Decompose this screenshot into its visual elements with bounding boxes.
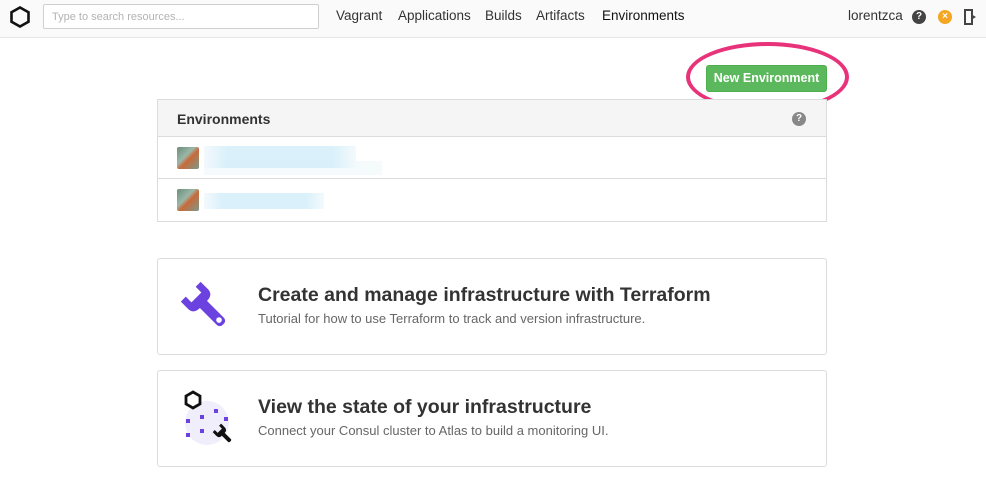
logout-icon[interactable]: [964, 9, 978, 25]
environments-panel-title: Environments: [177, 111, 271, 127]
nav-link-artifacts[interactable]: Artifacts: [536, 8, 585, 23]
wrench-icon: [180, 281, 226, 327]
environments-panel: Environments ?: [157, 99, 827, 222]
username[interactable]: lorentzca: [848, 8, 903, 23]
atlas-logo-icon[interactable]: [9, 6, 31, 28]
card-title[interactable]: View the state of your infrastructure: [258, 396, 591, 419]
nav-link-applications[interactable]: Applications: [398, 8, 471, 23]
consul-state-card[interactable]: View the state of your infrastructure Co…: [157, 370, 827, 467]
environment-row[interactable]: [158, 137, 826, 179]
status-icon[interactable]: ×: [938, 10, 952, 24]
terraform-tutorial-card[interactable]: Create and manage infrastructure with Te…: [157, 258, 827, 355]
help-icon[interactable]: ?: [792, 112, 806, 126]
nav-link-environments[interactable]: Environments: [602, 8, 685, 23]
nav-link-vagrant[interactable]: Vagrant: [336, 8, 382, 23]
nav-link-builds[interactable]: Builds: [485, 8, 522, 23]
consul-state-icon: [184, 390, 232, 445]
redacted-environment-name[interactable]: [204, 146, 356, 168]
help-icon[interactable]: ?: [912, 10, 926, 24]
redacted-environment-name[interactable]: [204, 193, 324, 209]
user-avatar: [177, 147, 199, 169]
card-description: Connect your Consul cluster to Atlas to …: [258, 423, 609, 438]
user-avatar: [177, 189, 199, 211]
card-description: Tutorial for how to use Terraform to tra…: [258, 311, 646, 326]
new-environment-button[interactable]: New Environment: [706, 65, 827, 92]
top-navbar: Vagrant Applications Builds Artifacts En…: [0, 0, 986, 38]
environment-row[interactable]: [158, 179, 826, 221]
card-title[interactable]: Create and manage infrastructure with Te…: [258, 284, 711, 307]
search-input[interactable]: [43, 4, 319, 29]
environments-panel-header: Environments ?: [158, 100, 826, 137]
